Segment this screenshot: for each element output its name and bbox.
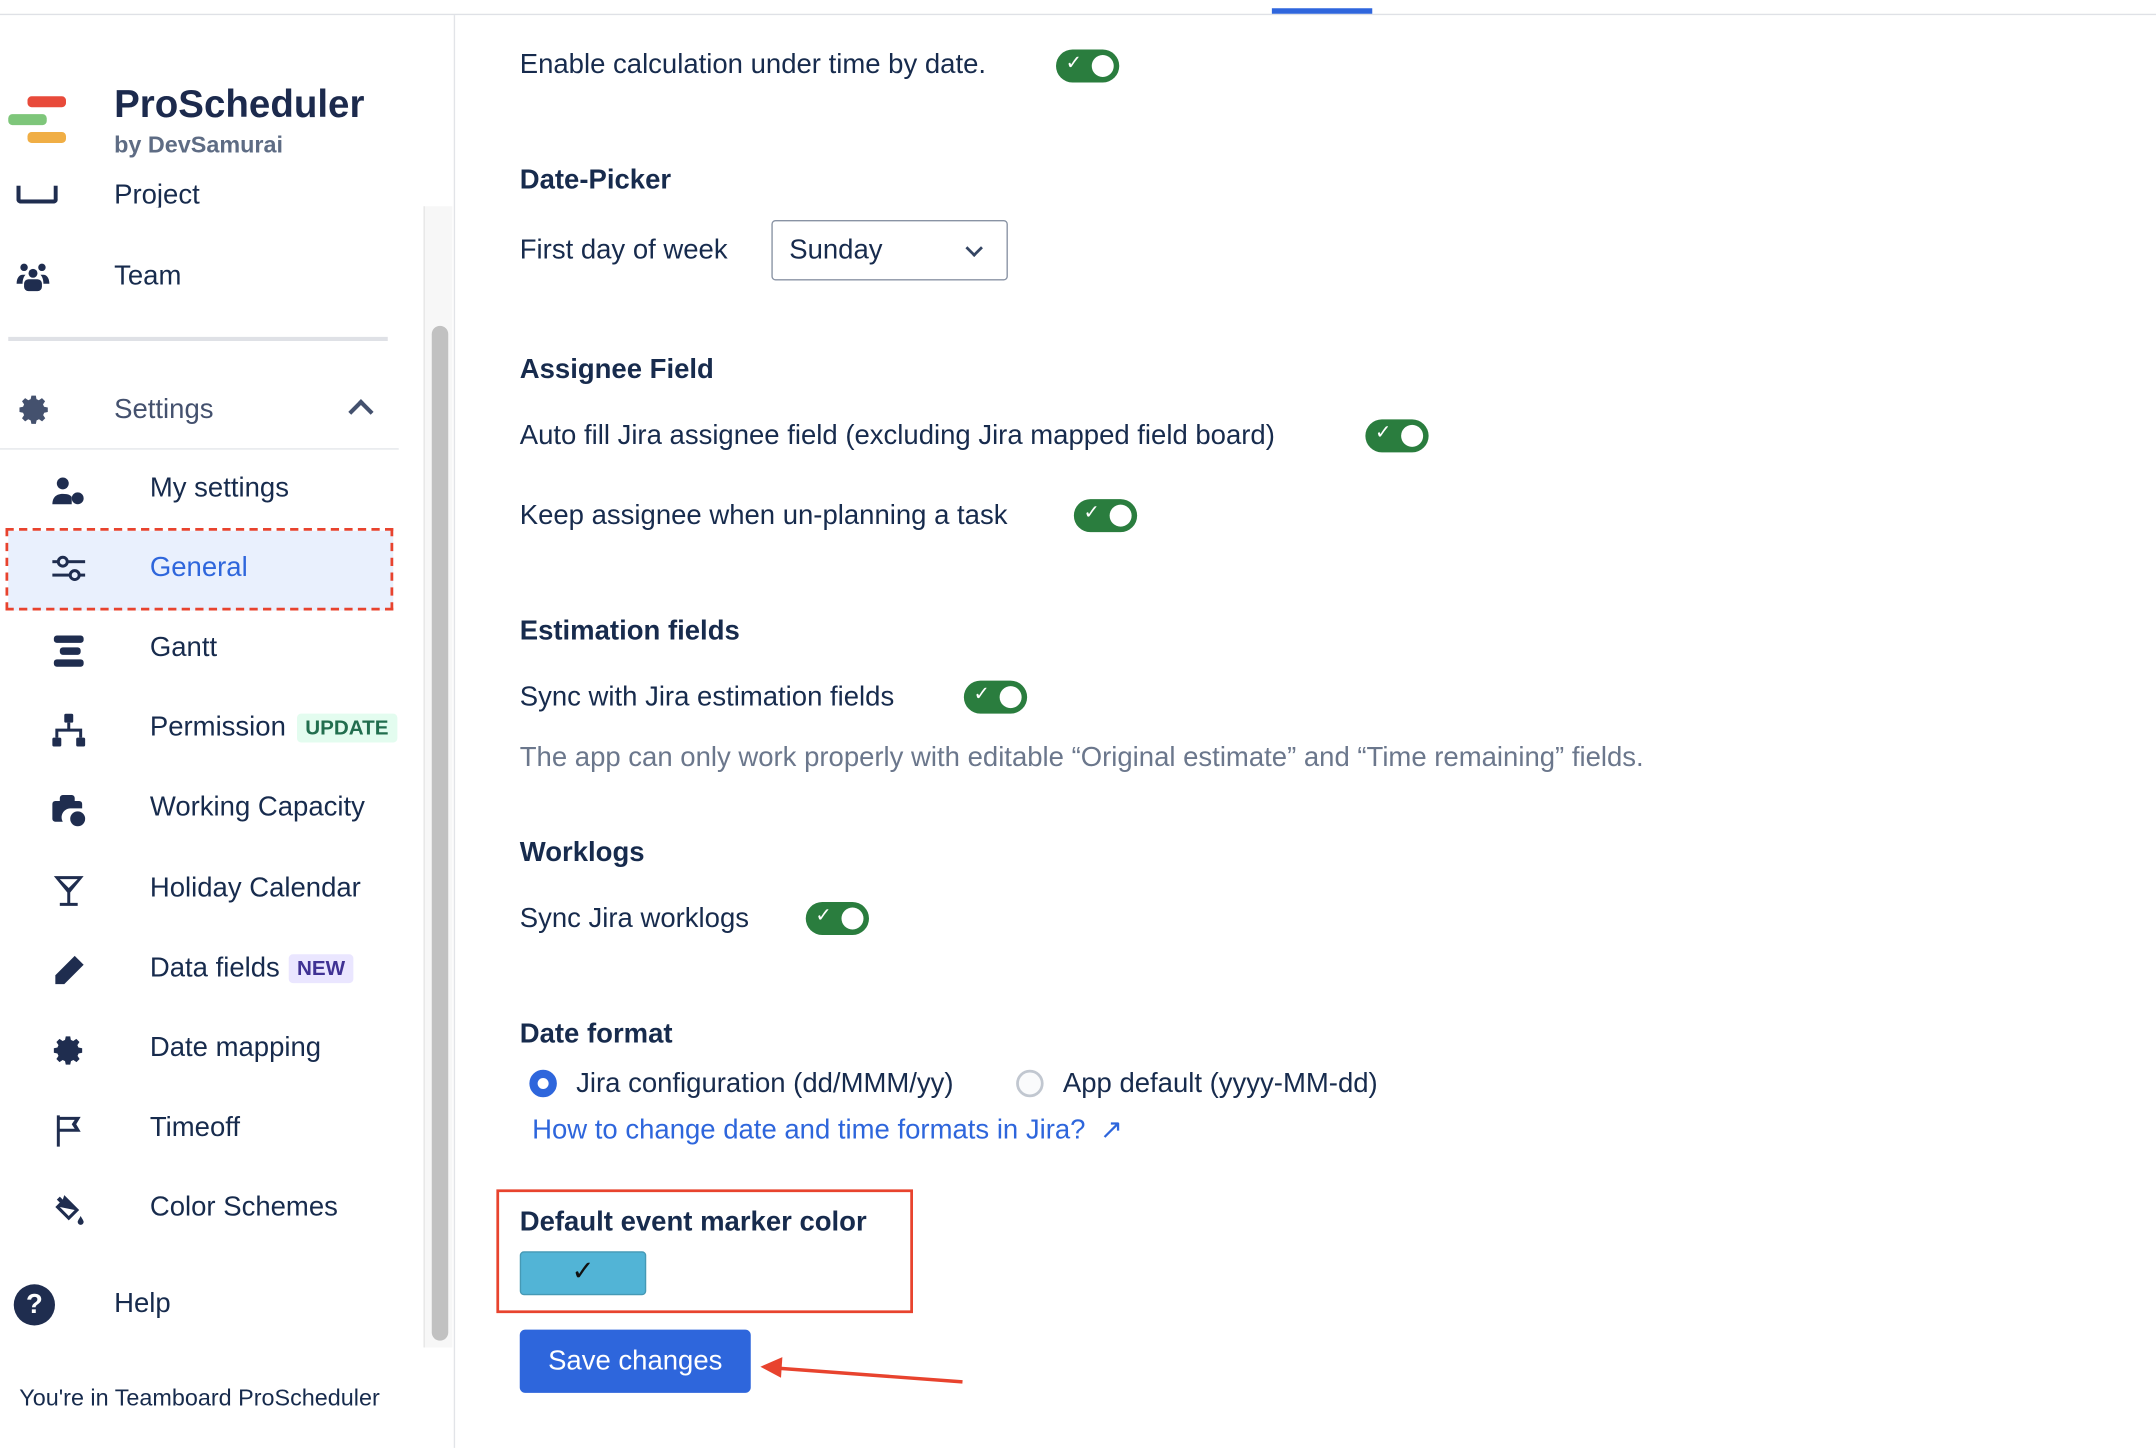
sidebar-footer: You're in Teamboard ProScheduler xyxy=(19,1384,380,1411)
pencil-icon xyxy=(50,952,89,991)
estimation-note: The app can only work properly with edit… xyxy=(519,742,1644,773)
app-title: ProScheduler xyxy=(114,82,365,126)
active-tab-indicator xyxy=(1271,8,1373,14)
sidebar-settings-toggle[interactable]: Settings xyxy=(0,382,399,450)
sidebar-item-team[interactable]: Team xyxy=(0,254,419,301)
radio-app-default[interactable]: App default (yyyy-MM-dd) xyxy=(1016,1068,1429,1101)
check-icon: ✓ xyxy=(571,1256,595,1287)
sidebar-item-help[interactable]: ? Help xyxy=(0,1282,413,1329)
autofill-label: Auto fill Jira assignee field (excluding… xyxy=(519,420,1275,451)
worklogs-heading: Worklogs xyxy=(519,837,645,868)
estimation-sync-label: Sync with Jira estimation fields xyxy=(519,682,895,713)
sidebar-item-working-capacity[interactable]: Working Capacity xyxy=(41,788,412,832)
radio-unselected[interactable] xyxy=(1016,1069,1044,1098)
date-format-help-link[interactable]: How to change date and time formats in J… xyxy=(532,1112,1123,1145)
chevron-up-icon[interactable] xyxy=(348,399,374,425)
sidebar-scrollbar-thumb[interactable] xyxy=(431,325,449,1341)
briefcase-clock-icon xyxy=(50,791,89,830)
annotation-arrow xyxy=(760,1357,963,1384)
cocktail-icon xyxy=(50,872,89,911)
sidebar-item-holiday-calendar[interactable]: Holiday Calendar xyxy=(41,869,412,913)
top-divider xyxy=(0,13,2156,16)
user-gear-icon xyxy=(50,472,89,511)
sidebar-item-gantt[interactable]: Gantt xyxy=(41,628,412,672)
check-icon: ✓ xyxy=(1065,50,1082,73)
sidebar-border xyxy=(453,15,456,1448)
worklogs-sync-toggle[interactable]: ✓ xyxy=(805,902,869,935)
chevron-down-icon xyxy=(965,239,983,257)
sidebar-item-project[interactable]: Project xyxy=(0,158,419,208)
hierarchy-icon xyxy=(50,711,89,750)
update-badge: UPDATE xyxy=(297,713,397,743)
app-logo xyxy=(6,96,66,146)
sidebar-divider xyxy=(8,336,388,341)
sidebar-item-permission[interactable]: Permission UPDATE xyxy=(41,708,412,752)
estimation-heading: Estimation fields xyxy=(519,616,740,647)
external-link-icon: ↗ xyxy=(1099,1115,1123,1146)
flag-icon xyxy=(50,1111,89,1150)
sidebar-item-timeoff[interactable]: Timeoff xyxy=(41,1108,412,1152)
sidebar-item-date-mapping[interactable]: Date mapping xyxy=(41,1029,412,1073)
keep-assignee-label: Keep assignee when un-planning a task xyxy=(519,500,1008,531)
sidebar-item-general[interactable]: General xyxy=(41,549,385,593)
assignee-heading: Assignee Field xyxy=(519,354,714,385)
first-day-label: First day of week xyxy=(519,235,728,266)
folder-icon xyxy=(16,185,58,204)
radio-jira-config[interactable]: Jira configuration (dd/MMM/yy) xyxy=(529,1068,983,1101)
radio-selected[interactable] xyxy=(529,1069,557,1098)
date-format-heading: Date format xyxy=(519,1018,673,1050)
estimation-sync-toggle[interactable]: ✓ xyxy=(963,680,1028,714)
gantt-icon xyxy=(50,631,89,670)
worklogs-sync-label: Sync Jira worklogs xyxy=(519,903,749,934)
sliders-icon xyxy=(50,551,89,590)
new-badge: NEW xyxy=(288,954,354,984)
calc-label: Enable calculation under time by date. xyxy=(519,49,987,80)
marker-color-swatch[interactable]: ✓ xyxy=(519,1251,647,1296)
save-changes-button[interactable]: Save changes xyxy=(519,1329,751,1393)
calc-toggle[interactable]: ✓ xyxy=(1056,49,1120,83)
autofill-toggle[interactable]: ✓ xyxy=(1365,419,1429,453)
app-subtitle: by DevSamurai xyxy=(114,132,284,159)
first-day-select[interactable]: Sunday xyxy=(771,220,1008,281)
gear-icon xyxy=(15,391,54,430)
sidebar-item-data-fields[interactable]: Data fields NEW xyxy=(41,949,412,993)
sidebar-item-color-schemes[interactable]: Color Schemes xyxy=(41,1188,412,1232)
marker-heading: Default event marker color xyxy=(519,1207,867,1238)
gear-icon xyxy=(50,1031,89,1070)
sidebar-item-my-settings[interactable]: My settings xyxy=(41,469,412,513)
paint-bucket-icon xyxy=(50,1191,89,1230)
keep-assignee-toggle[interactable]: ✓ xyxy=(1073,499,1138,533)
help-icon: ? xyxy=(13,1284,55,1326)
datepicker-heading: Date-Picker xyxy=(519,165,672,196)
team-icon xyxy=(14,259,53,298)
